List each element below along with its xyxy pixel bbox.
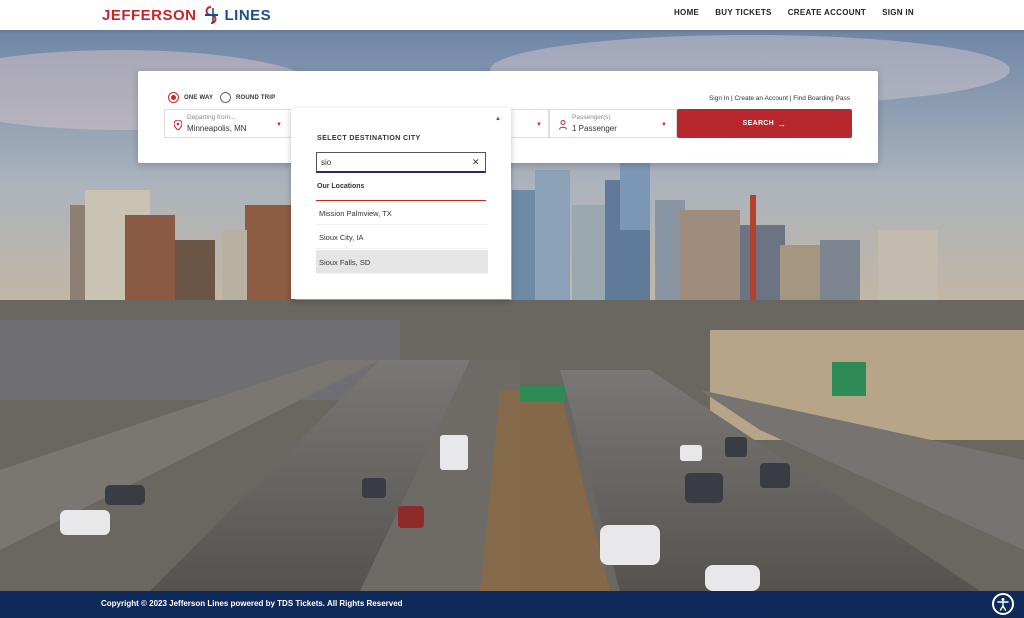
departing-from-field[interactable]: Departing from... Minneapolis, MN ▼ [164,109,292,138]
nav-sign-in[interactable]: SIGN IN [882,8,914,17]
clear-icon[interactable]: ✕ [472,157,480,168]
location-pin-icon [174,120,182,130]
nav-buy-tickets[interactable]: BUY TICKETS [715,8,772,17]
one-way-radio[interactable] [168,92,179,103]
copyright-text: Copyright © 2023 Jefferson Lines powered… [101,599,403,608]
round-trip-radio[interactable] [220,92,231,103]
departing-from-value: Minneapolis, MN [187,124,247,133]
person-icon [559,120,567,130]
destination-option[interactable]: Sioux City, IA [316,225,488,249]
logo-word-lines: LINES [224,6,272,24]
nav-create-account[interactable]: CREATE ACCOUNT [788,8,866,17]
one-way-option[interactable]: ONE WAY [168,92,213,103]
chevron-up-icon[interactable]: ▲ [495,116,501,122]
site-header: JEFFERSON LINES HOME BUY TICKETS CREATE … [0,0,1024,30]
destination-option[interactable]: Mission Palmview, TX [316,201,488,225]
chevron-down-icon: ▼ [661,122,667,128]
main-nav: HOME BUY TICKETS CREATE ACCOUNT SIGN IN [674,8,914,17]
jefferson-lines-logo[interactable]: JEFFERSON LINES [102,4,271,26]
nav-home[interactable]: HOME [674,8,699,17]
destination-city-dropdown: ▲ SELECT DESTINATION CITY ✕ Our Location… [291,108,511,299]
passengers-field[interactable]: Passenger(s) 1 Passenger ▼ [549,109,677,138]
destination-field-end[interactable]: ▼ [511,109,549,138]
passengers-value: 1 Passenger [572,124,617,133]
our-locations-heading: Our Locations [317,183,365,190]
destination-option-highlighted[interactable]: Sioux Falls, SD [316,250,488,274]
accessibility-icon[interactable] [992,593,1014,615]
chevron-down-icon: ▼ [276,122,282,128]
destination-search-input[interactable] [316,152,486,173]
site-footer: Copyright © 2023 Jefferson Lines powered… [0,591,1024,618]
arrow-right-icon: → [777,118,787,129]
search-button-label: SEARCH [742,120,775,127]
logo-mark-icon [201,5,221,25]
logo-word-jefferson: JEFFERSON [102,6,197,24]
chevron-down-icon: ▼ [536,122,542,128]
passengers-label: Passenger(s) [572,114,611,121]
departing-from-label: Departing from... [187,114,236,121]
dropdown-title: SELECT DESTINATION CITY [317,135,421,142]
round-trip-option[interactable]: ROUND TRIP [220,92,275,103]
account-quick-links[interactable]: Sign In | Create an Account | Find Board… [709,95,850,102]
one-way-label: ONE WAY [184,94,214,101]
search-button[interactable]: SEARCH → [677,109,852,138]
round-trip-label: ROUND TRIP [236,94,276,101]
